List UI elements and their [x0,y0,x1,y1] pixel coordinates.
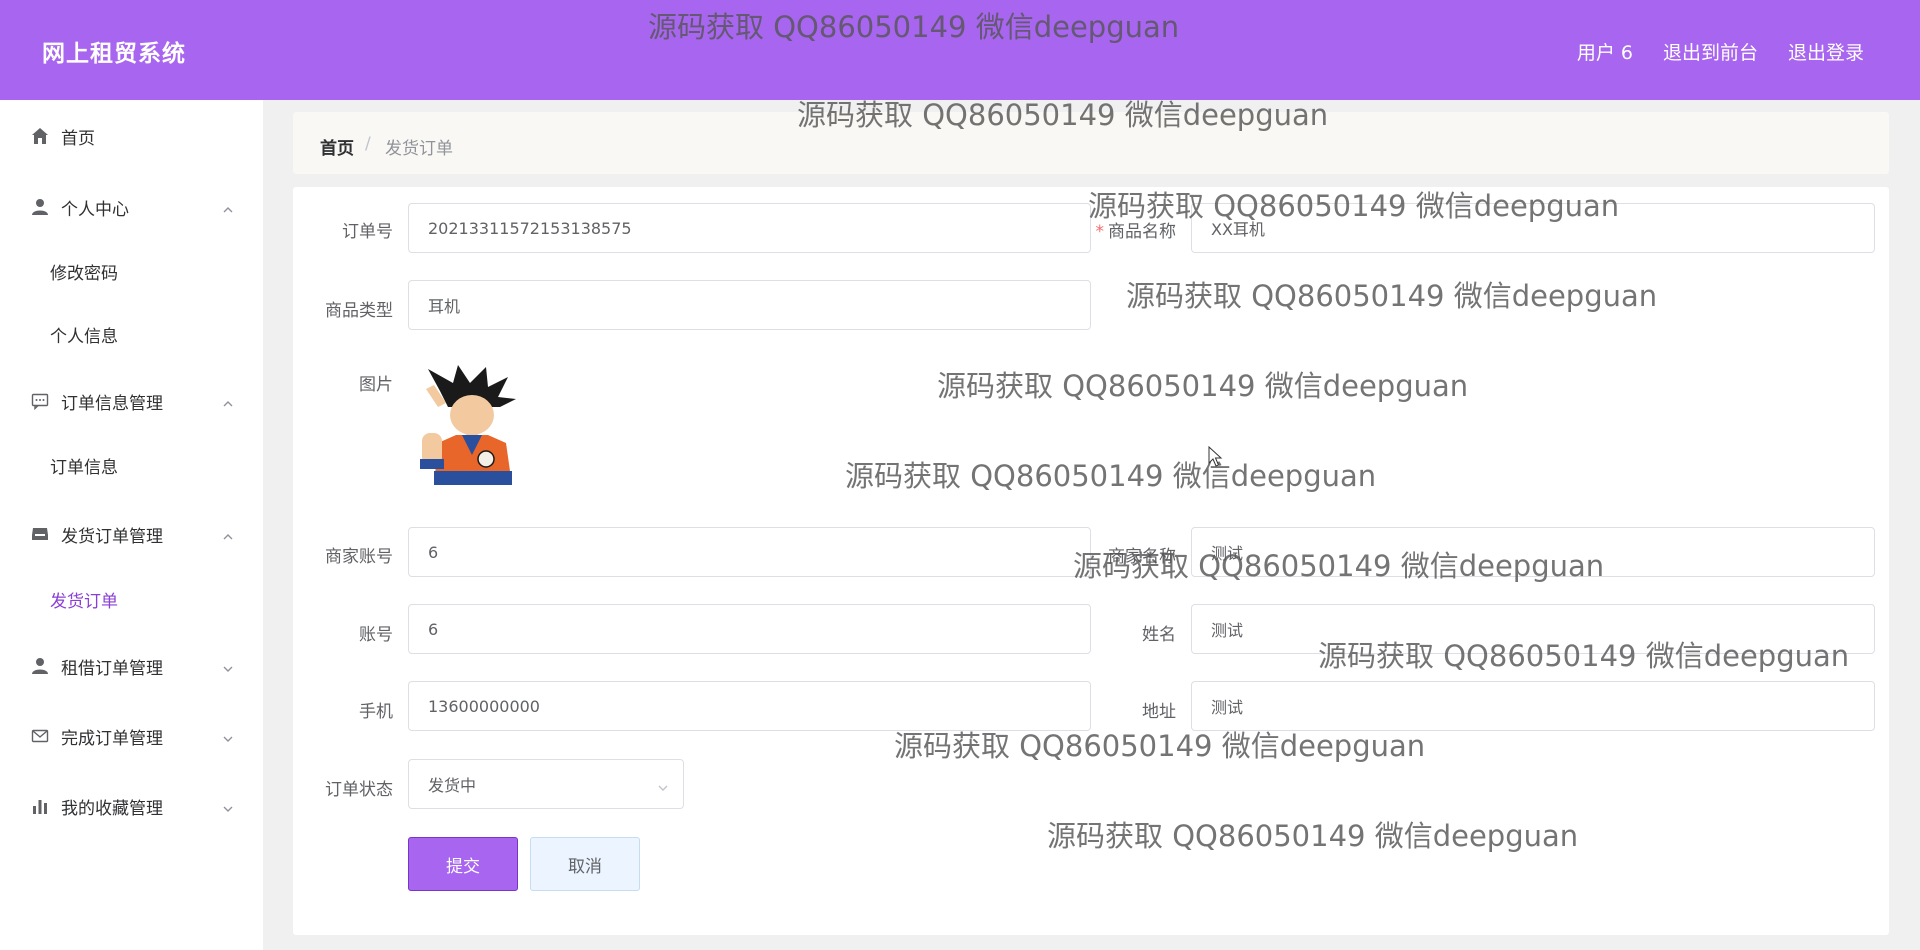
inbox-icon [30,524,50,544]
required-mark: * [1095,222,1105,242]
order-no-label: 订单号 [342,222,393,242]
status-label: 订单状态 [325,780,393,800]
address-label: 地址 [1142,702,1176,722]
sidebar-item-label: 个人中心 [61,199,129,220]
account-input[interactable]: 6 [408,604,1091,654]
chevron-up-icon [222,201,234,213]
logout-link[interactable]: 退出登录 [1788,38,1864,65]
breadcrumb-separator: / [365,134,371,154]
product-name-input[interactable]: XX耳机 [1191,203,1875,253]
sidebar-item-label: 发货订单管理 [61,526,163,547]
sidebar: 首页 个人中心 修改密码 个人信息 订单信息管理 订单信息 发货订单管理 发货订… [0,100,263,950]
top-bar: 网上租贸系统 用户 6 退出到前台 退出登录 [0,0,1920,100]
sidebar-subitem-label: 发货订单 [50,591,118,612]
sidebar-subitem-change-password[interactable]: 修改密码 [0,246,263,296]
exit-to-front-link[interactable]: 退出到前台 [1663,38,1758,65]
name-input[interactable]: 测试 [1191,604,1875,654]
address-input[interactable]: 测试 [1191,681,1875,731]
chat-icon [30,391,50,411]
mail-icon [30,726,50,746]
merchant-account-input[interactable]: 6 [408,527,1091,577]
phone-label: 手机 [359,702,393,722]
breadcrumb-current: 发货订单 [385,139,453,159]
chevron-up-icon [222,528,234,540]
chevron-down-icon [222,730,234,742]
phone-input[interactable]: 13600000000 [408,681,1091,731]
user-link[interactable]: 用户 6 [1577,38,1633,65]
user-icon [30,656,50,676]
user-icon [30,197,50,217]
merchant-account-label: 商家账号 [325,547,393,567]
merchant-name-label: 商家名称 [1108,547,1176,567]
home-icon [30,126,50,146]
sidebar-subitem-label: 订单信息 [50,457,118,478]
product-image [408,363,533,485]
sidebar-item-rent-order[interactable]: 租借订单管理 [0,639,263,693]
bar-chart-icon [30,796,50,816]
sidebar-item-personal[interactable]: 个人中心 [0,180,263,234]
status-select-value: 发货中 [428,776,477,795]
sidebar-item-home[interactable]: 首页 [0,109,263,163]
status-select[interactable]: 发货中 [408,759,684,809]
account-label: 账号 [359,625,393,645]
sidebar-subitem-label: 个人信息 [50,326,118,347]
sidebar-item-order-info[interactable]: 订单信息管理 [0,374,263,428]
sidebar-item-label: 订单信息管理 [61,393,163,414]
sidebar-item-label: 租借订单管理 [61,658,163,679]
chevron-up-icon [222,395,234,407]
sidebar-item-favorites[interactable]: 我的收藏管理 [0,779,263,833]
breadcrumb: 首页 / 发货订单 [293,112,1889,174]
name-label: 姓名 [1142,625,1176,645]
sidebar-item-label: 首页 [61,128,95,149]
image-label: 图片 [359,375,393,395]
sidebar-item-label: 我的收藏管理 [61,798,163,819]
breadcrumb-home[interactable]: 首页 [320,134,354,159]
sidebar-subitem-label: 修改密码 [50,263,118,284]
order-no-input[interactable]: 20213311572153138575 [408,203,1091,253]
product-type-input[interactable]: 耳机 [408,280,1091,330]
product-type-label: 商品类型 [325,301,393,321]
chevron-down-icon [222,660,234,672]
cancel-button[interactable]: 取消 [530,837,640,891]
submit-button[interactable]: 提交 [408,837,518,891]
product-name-label: * 商品名称 [1076,217,1177,242]
merchant-name-input[interactable]: 测试 [1191,527,1875,577]
app-title: 网上租贸系统 [42,41,186,67]
top-links: 用户 6 退出到前台 退出登录 [1577,38,1864,65]
chevron-down-icon [222,800,234,812]
sidebar-subitem-profile[interactable]: 个人信息 [0,309,263,359]
sidebar-subitem-ship-order[interactable]: 发货订单 [0,574,263,624]
chevron-down-icon [657,779,669,791]
sidebar-subitem-order-info[interactable]: 订单信息 [0,440,263,490]
product-name-label-text: 商品名称 [1108,222,1176,242]
sidebar-item-label: 完成订单管理 [61,728,163,749]
sidebar-item-ship-order[interactable]: 发货订单管理 [0,507,263,561]
mouse-pointer-icon [1208,445,1224,468]
sidebar-item-done-order[interactable]: 完成订单管理 [0,709,263,763]
